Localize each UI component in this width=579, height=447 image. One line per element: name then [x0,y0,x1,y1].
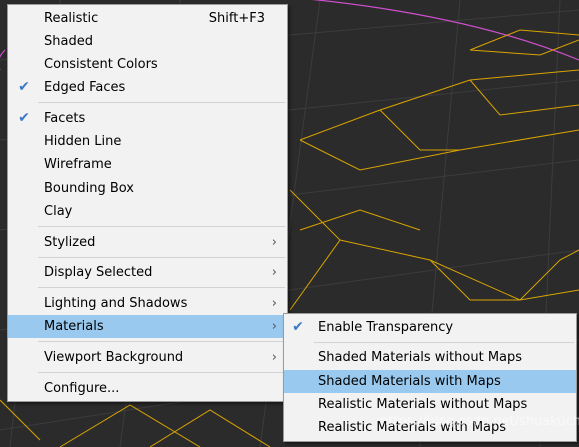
menu-item-label: Realistic Materials without Maps [318,397,528,412]
chevron-right-icon: › [271,265,277,280]
menu-item-enable-transparency[interactable]: ✔ Enable Transparency [284,316,576,339]
check-icon: ✔ [18,79,30,95]
menu-item-materials[interactable]: Materials › [8,315,287,338]
menu-item-wireframe[interactable]: Wireframe [8,153,287,176]
menu-item-label: Realistic [44,11,99,26]
menu-item-label: Hidden Line [44,134,122,149]
menu-item-facets[interactable]: ✔ Facets [8,107,287,130]
menu-item-stylized[interactable]: Stylized › [8,231,287,254]
check-icon: ✔ [18,110,30,126]
menu-item-bounding-box[interactable]: Bounding Box [8,177,287,200]
menu-separator [38,102,285,103]
menu-item-clay[interactable]: Clay [8,200,287,223]
menu-item-consistent-colors[interactable]: Consistent Colors [8,53,287,76]
menu-item-label: Shaded Materials with Maps [318,374,501,389]
menu-item-realistic-materials-without-maps[interactable]: Realistic Materials without Maps [284,393,576,416]
menu-separator [38,257,285,258]
chevron-right-icon: › [271,319,277,334]
menu-separator [38,372,285,373]
shortcut-label: Shift+F3 [208,11,265,26]
chevron-right-icon: › [271,235,277,250]
menu-item-shaded-materials-without-maps[interactable]: Shaded Materials without Maps [284,346,576,369]
chevron-right-icon: › [271,296,277,311]
menu-item-label: Shaded [44,34,93,49]
menu-item-realistic[interactable]: Realistic Shift+F3 [8,7,287,30]
menu-item-label: Clay [44,204,73,219]
menu-item-label: Viewport Background [44,350,184,365]
menu-item-lighting-and-shadows[interactable]: Lighting and Shadows › [8,292,287,315]
menu-item-label: Configure... [44,381,120,396]
menu-item-label: Bounding Box [44,181,135,196]
menu-item-label: Stylized [44,235,96,250]
menu-item-viewport-background[interactable]: Viewport Background › [8,346,287,369]
menu-separator [314,342,574,343]
menu-item-label: Wireframe [44,157,112,172]
menu-item-label: Edged Faces [44,80,126,95]
display-context-menu: Realistic Shift+F3 Shaded Consistent Col… [7,4,288,402]
menu-separator [38,226,285,227]
chevron-right-icon: › [271,350,277,365]
menu-item-hidden-line[interactable]: Hidden Line [8,130,287,153]
menu-item-label: Lighting and Shadows [44,296,188,311]
menu-item-configure[interactable]: Configure... [8,377,287,400]
menu-item-label: Display Selected [44,265,153,280]
menu-item-label: Shaded Materials without Maps [318,350,523,365]
menu-separator [38,341,285,342]
menu-item-shaded-materials-with-maps[interactable]: Shaded Materials with Maps [284,370,576,393]
menu-separator [38,287,285,288]
menu-item-edged-faces[interactable]: ✔ Edged Faces [8,76,287,99]
menu-item-label: Materials [44,319,104,334]
menu-item-shaded[interactable]: Shaded [8,30,287,53]
menu-item-label: Facets [44,111,86,126]
menu-item-label: Consistent Colors [44,57,158,72]
watermark: https://blog.csdn.net/shuakucha [380,414,579,429]
menu-item-display-selected[interactable]: Display Selected › [8,261,287,284]
menu-item-label: Enable Transparency [318,320,454,335]
check-icon: ✔ [292,319,304,335]
